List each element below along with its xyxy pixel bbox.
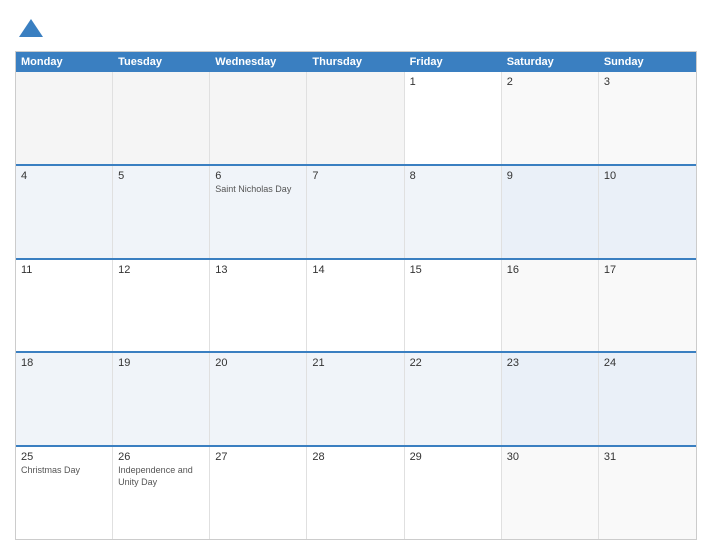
day-number: 31	[604, 451, 691, 463]
day-number: 30	[507, 451, 593, 463]
day-cell: 6 Saint Nicholas Day	[210, 166, 307, 258]
week-0: 123	[16, 72, 696, 164]
header-thursday: Thursday	[307, 52, 404, 72]
header-saturday: Saturday	[502, 52, 599, 72]
day-cell: 7	[307, 166, 404, 258]
day-cell: 17	[599, 260, 696, 352]
day-number: 12	[118, 264, 204, 276]
day-number: 23	[507, 357, 593, 369]
week-1: 456 Saint Nicholas Day 789 10	[16, 164, 696, 258]
day-number: 25	[21, 451, 107, 463]
day-number: 10	[604, 170, 691, 182]
day-cell: 9	[502, 166, 599, 258]
day-number: 1	[410, 76, 496, 88]
day-number: 22	[410, 357, 496, 369]
holiday-name: Independence and Unity Day	[118, 465, 204, 488]
day-headers: Monday Tuesday Wednesday Thursday Friday…	[16, 52, 696, 72]
weeks: 123456Saint Nicholas Day7891011121314151…	[16, 72, 696, 539]
day-number: 8	[410, 170, 496, 182]
holiday-name: Christmas Day	[21, 465, 107, 477]
day-cell: 15	[405, 260, 502, 352]
day-cell: 23	[502, 353, 599, 445]
day-number: 29	[410, 451, 496, 463]
day-cell: 30	[502, 447, 599, 539]
day-number: 21	[312, 357, 398, 369]
holiday-name: Saint Nicholas Day	[215, 184, 301, 196]
day-cell: 13	[210, 260, 307, 352]
day-cell: 25 Christmas Day	[16, 447, 113, 539]
week-2: 11 12 13 14 15 16 17	[16, 258, 696, 352]
day-cell: 8	[405, 166, 502, 258]
header	[15, 15, 697, 43]
day-cell: 3	[599, 72, 696, 164]
day-cell: 11	[16, 260, 113, 352]
week-3: 18 19 20 21 22 23 24	[16, 351, 696, 445]
day-cell	[307, 72, 404, 164]
day-number: 13	[215, 264, 301, 276]
day-number: 19	[118, 357, 204, 369]
day-cell: 26 Independence and Unity Day	[113, 447, 210, 539]
day-cell: 20	[210, 353, 307, 445]
day-number: 9	[507, 170, 593, 182]
day-number: 17	[604, 264, 691, 276]
header-friday: Friday	[405, 52, 502, 72]
header-sunday: Sunday	[599, 52, 696, 72]
day-number: 26	[118, 451, 204, 463]
day-number: 7	[312, 170, 398, 182]
day-number: 11	[21, 264, 107, 276]
day-number: 16	[507, 264, 593, 276]
day-cell: 10	[599, 166, 696, 258]
day-cell: 29	[405, 447, 502, 539]
header-wednesday: Wednesday	[210, 52, 307, 72]
page: Monday Tuesday Wednesday Thursday Friday…	[0, 0, 712, 550]
day-cell: 19	[113, 353, 210, 445]
day-number: 3	[604, 76, 691, 88]
day-cell	[210, 72, 307, 164]
header-monday: Monday	[16, 52, 113, 72]
day-cell: 1	[405, 72, 502, 164]
day-number: 28	[312, 451, 398, 463]
day-cell: 28	[307, 447, 404, 539]
day-cell	[113, 72, 210, 164]
day-cell: 22	[405, 353, 502, 445]
day-cell: 31	[599, 447, 696, 539]
day-cell: 12	[113, 260, 210, 352]
day-number: 4	[21, 170, 107, 182]
logo-icon	[17, 15, 45, 43]
day-number: 2	[507, 76, 593, 88]
day-number: 20	[215, 357, 301, 369]
day-number: 6	[215, 170, 301, 182]
day-number: 18	[21, 357, 107, 369]
day-cell: 4	[16, 166, 113, 258]
day-number: 15	[410, 264, 496, 276]
day-number: 27	[215, 451, 301, 463]
logo	[15, 15, 45, 43]
day-cell: 18	[16, 353, 113, 445]
week-4: 25 Christmas Day 26 Independence and Unity …	[16, 445, 696, 539]
day-cell: 24	[599, 353, 696, 445]
calendar: Monday Tuesday Wednesday Thursday Friday…	[15, 51, 697, 540]
day-cell: 14	[307, 260, 404, 352]
header-tuesday: Tuesday	[113, 52, 210, 72]
day-number: 24	[604, 357, 691, 369]
day-cell: 27	[210, 447, 307, 539]
day-cell: 2	[502, 72, 599, 164]
day-cell: 5	[113, 166, 210, 258]
day-cell: 16	[502, 260, 599, 352]
day-cell: 21	[307, 353, 404, 445]
day-number: 14	[312, 264, 398, 276]
day-number: 5	[118, 170, 204, 182]
day-cell	[16, 72, 113, 164]
